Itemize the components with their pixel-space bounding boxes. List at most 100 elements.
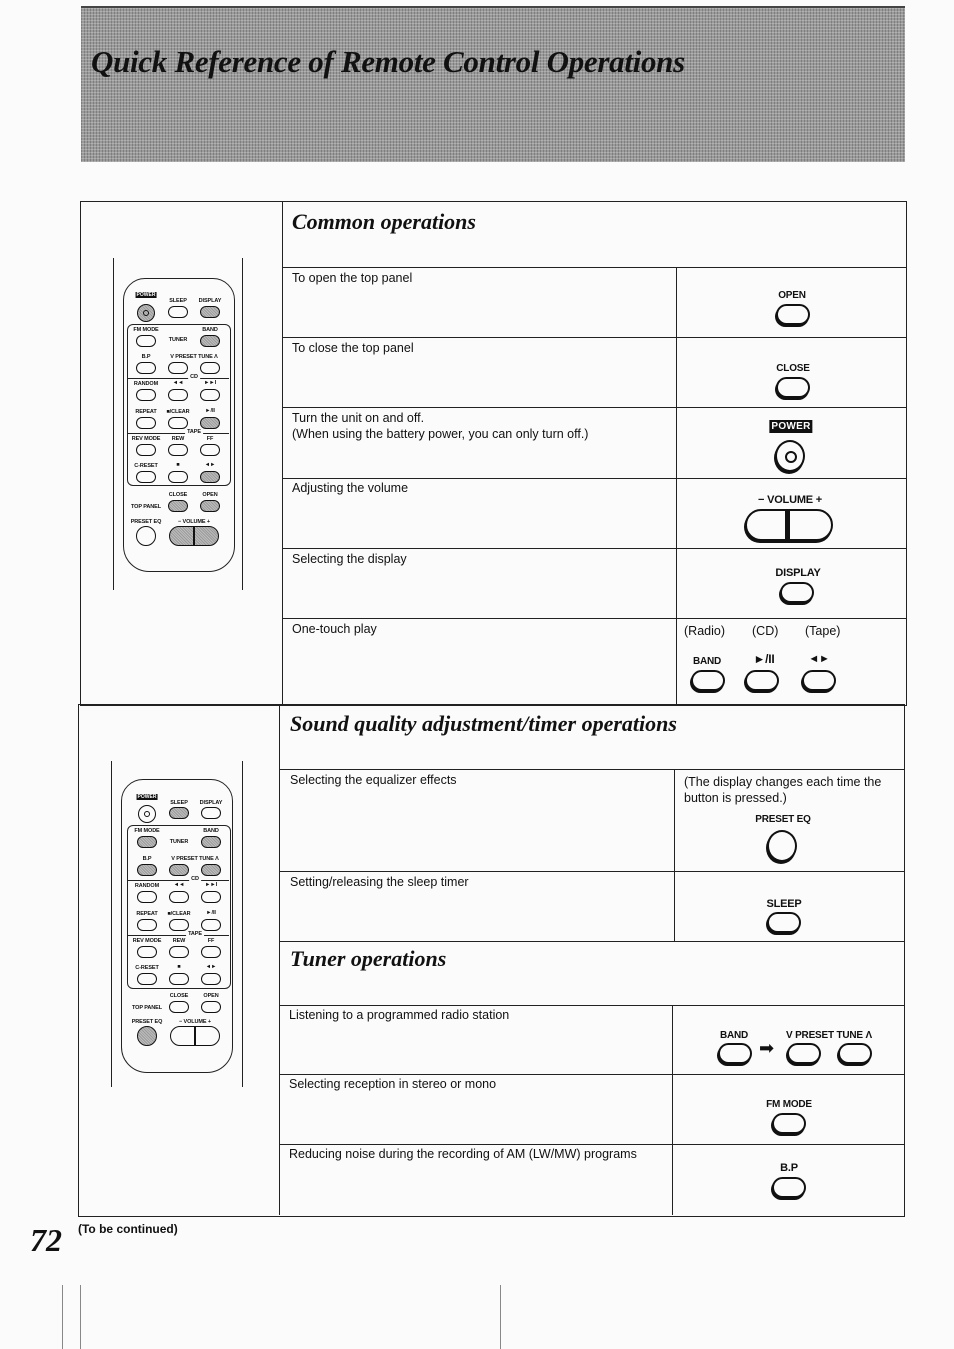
tape-play-button-icon bbox=[201, 973, 221, 985]
band-label: BAND bbox=[692, 656, 722, 667]
divider bbox=[279, 871, 904, 872]
section-title-common: Common operations bbox=[292, 209, 476, 234]
stop-clear-label: ■/CLEAR bbox=[167, 911, 191, 917]
operation-equalizer: Selecting the equalizer effects bbox=[290, 773, 457, 787]
sleep-button-icon bbox=[168, 306, 188, 318]
display-button-icon bbox=[200, 306, 220, 318]
power-button-icon bbox=[137, 304, 155, 322]
operation-reduce-noise: Reducing noise during the recording of A… bbox=[289, 1147, 637, 1161]
repeat-label: REPEAT bbox=[135, 409, 157, 415]
stop-button-icon bbox=[168, 471, 188, 483]
preset-eq-button-icon bbox=[767, 830, 797, 862]
preset-up-button-icon bbox=[201, 864, 221, 876]
fm-mode-label: FM MODE bbox=[133, 327, 159, 333]
tape-play-button-icon bbox=[200, 471, 220, 483]
close-label: CLOSE bbox=[168, 492, 188, 498]
tuner-label: TUNER bbox=[169, 839, 189, 845]
play-pause-button-icon bbox=[201, 919, 221, 931]
volume-rocker-icon bbox=[745, 509, 833, 541]
sleep-button-icon bbox=[767, 912, 801, 933]
divider bbox=[282, 337, 906, 338]
divider bbox=[282, 201, 283, 704]
random-button-icon bbox=[137, 891, 157, 903]
divider bbox=[279, 1144, 904, 1145]
tape-play-button-icon bbox=[802, 670, 836, 691]
divider bbox=[279, 941, 904, 942]
tape-label: TAPE bbox=[186, 931, 204, 937]
band-button-icon bbox=[200, 335, 220, 347]
bp-label: B.P bbox=[780, 1162, 798, 1174]
rew-button-icon bbox=[168, 444, 188, 456]
play-pause-button-icon bbox=[745, 670, 779, 691]
cd-label: CD bbox=[189, 876, 201, 882]
tape-play-label: ◄► bbox=[808, 653, 830, 665]
bp-button-icon bbox=[772, 1177, 806, 1198]
display-button-icon bbox=[780, 582, 814, 603]
preset-tune-label: V PRESET TUNE Λ bbox=[170, 354, 218, 360]
stop-label: ■ bbox=[177, 964, 181, 970]
tape-label: TAPE bbox=[185, 429, 203, 435]
next-label: ►►I bbox=[204, 882, 218, 888]
prev-button-icon bbox=[168, 389, 188, 401]
section-title-sound: Sound quality adjustment/timer operation… bbox=[290, 711, 677, 736]
rev-mode-button-icon bbox=[136, 444, 156, 456]
stop-button-icon bbox=[169, 973, 189, 985]
tape-play-label: ◄► bbox=[204, 462, 216, 468]
volume-rocker-icon bbox=[169, 526, 219, 546]
fm-mode-label: FM MODE bbox=[766, 1099, 812, 1110]
ff-button-icon bbox=[201, 946, 221, 958]
band-label: BAND bbox=[719, 1030, 749, 1041]
operation-close-panel: To close the top panel bbox=[292, 341, 414, 355]
fm-mode-button-icon bbox=[137, 836, 157, 848]
play-pause-button-icon bbox=[200, 417, 220, 429]
continued-note: (To be continued) bbox=[78, 1222, 178, 1236]
operation-display: Selecting the display bbox=[292, 552, 407, 566]
preset-up-button-icon bbox=[838, 1043, 872, 1064]
preset-up-button-icon bbox=[200, 362, 220, 374]
repeat-button-icon bbox=[136, 417, 156, 429]
ff-button-icon bbox=[200, 444, 220, 456]
bp-button-icon bbox=[136, 362, 156, 374]
rev-mode-label: REV MODE bbox=[131, 436, 161, 442]
open-button-icon bbox=[201, 1001, 221, 1013]
cd-label: CD bbox=[188, 374, 200, 380]
preset-eq-button-icon bbox=[136, 526, 156, 546]
random-label: RANDOM bbox=[134, 883, 160, 889]
stop-clear-button-icon bbox=[168, 417, 188, 429]
display-label: DISPLAY bbox=[198, 298, 222, 304]
bp-label: B.P bbox=[142, 856, 152, 862]
operation-open-panel: To open the top panel bbox=[292, 271, 413, 285]
sleep-label: SLEEP bbox=[169, 298, 187, 304]
bp-button-icon bbox=[137, 864, 157, 876]
divider bbox=[674, 769, 675, 941]
prev-label: ◄◄ bbox=[173, 882, 185, 888]
preset-eq-button-icon bbox=[137, 1026, 157, 1046]
rew-label: REW bbox=[171, 436, 185, 442]
power-label: POWER bbox=[769, 420, 813, 433]
repeat-button-icon bbox=[137, 919, 157, 931]
arrow-right-icon: ➡ bbox=[759, 1038, 775, 1058]
page-number: 72 bbox=[30, 1222, 62, 1258]
close-label: CLOSE bbox=[776, 363, 810, 374]
rev-mode-button-icon bbox=[137, 946, 157, 958]
operation-programmed-station: Listening to a programmed radio station bbox=[289, 1008, 510, 1022]
scan-margin-line bbox=[62, 1285, 63, 1349]
ff-label: FF bbox=[207, 938, 215, 944]
divider bbox=[282, 478, 906, 479]
fm-mode-button-icon bbox=[772, 1113, 806, 1134]
power-button-icon bbox=[138, 805, 156, 823]
c-reset-button-icon bbox=[136, 471, 156, 483]
preset-tune-label: V PRESET TUNE Λ bbox=[786, 1030, 872, 1041]
display-label: DISPLAY bbox=[199, 800, 223, 806]
close-button-icon bbox=[776, 377, 810, 398]
tape-play-label: ◄► bbox=[205, 964, 217, 970]
stop-clear-label: ■/CLEAR bbox=[166, 409, 190, 415]
source-tape: (Tape) bbox=[805, 624, 841, 638]
page-title: Quick Reference of Remote Control Operat… bbox=[91, 44, 685, 79]
c-reset-label: C-RESET bbox=[135, 965, 159, 971]
divider bbox=[279, 704, 280, 1215]
source-cd: (CD) bbox=[752, 624, 779, 638]
c-reset-label: C-RESET bbox=[134, 463, 158, 469]
top-panel-label: TOP PANEL bbox=[131, 504, 161, 510]
prev-button-icon bbox=[169, 891, 189, 903]
